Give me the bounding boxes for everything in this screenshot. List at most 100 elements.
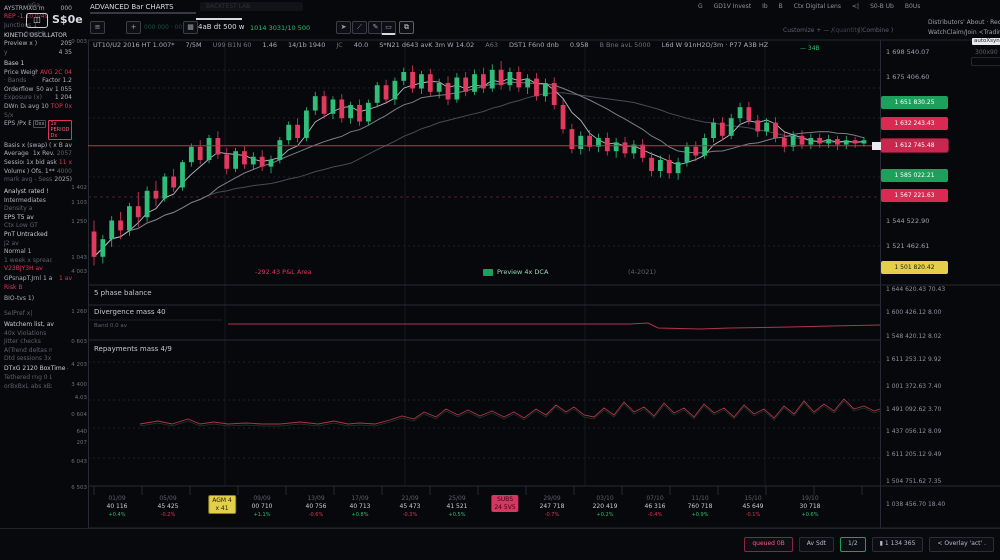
left-axis-label: 1 043: [68, 255, 87, 261]
brand-title[interactable]: S$0e: [52, 13, 83, 26]
preview-chip-icon[interactable]: [483, 269, 493, 276]
lower-axis-label: 1 644 620.43 70.43: [886, 286, 945, 293]
left-axis-label: 1 260: [68, 309, 87, 315]
quote-green: 1014 3031/10 500: [250, 24, 310, 32]
price-label-red[interactable]: 1 567 221.63: [881, 189, 948, 202]
ohlc-segment: B Bne avL 5000: [599, 41, 650, 49]
lower-axis-label: 1 437 056.12 8.09: [886, 428, 941, 435]
price-label-yellow[interactable]: 1 501 820.42: [881, 261, 948, 274]
left-axis-label: 4.03: [68, 395, 87, 401]
lower-axis-label: 1 611 205.12 9.49: [886, 451, 941, 458]
menu-item[interactable]: GD1V Invest: [714, 3, 751, 10]
bottom-buttons: queued 0B Av Sdt 1/2 ▮ 1 134 365 < Overlay '…: [744, 537, 994, 552]
left-axis-label: 640: [68, 429, 87, 435]
lower-axis-label: 1 001 372.63 7.40: [886, 383, 941, 390]
left-axis-label: 1 103: [68, 200, 87, 206]
right-head-row2[interactable]: WatchClaim/Join <Trading>: [928, 29, 1000, 36]
event-badge-yellow[interactable]: AGM 4x 41: [208, 495, 236, 514]
ohlc-segment: L6d W 91nH2O/3m · P77 A3B HZ: [662, 41, 769, 49]
combine-control[interactable]: ( Combine ): [858, 27, 893, 34]
ohlc-segment: 40.0: [354, 41, 368, 49]
bottom-button[interactable]: queued 0B: [744, 537, 792, 552]
price-label-red[interactable]: 1 632 243.43: [881, 117, 948, 130]
left-axis-label: 4 203: [68, 362, 87, 368]
active-tab-underline: [90, 12, 196, 14]
ohlc-segment: DST1 F6n0 dnb: [509, 41, 559, 49]
corner-text: vGa: [28, 2, 40, 9]
menu-item[interactable]: Ib: [762, 3, 768, 10]
cursor-icon[interactable]: ➤: [336, 21, 351, 34]
pane3-title[interactable]: Repayments mass 4/9: [94, 345, 172, 353]
bottom-button[interactable]: 1/2: [840, 537, 866, 552]
left-axis-label: 207: [68, 440, 87, 446]
add-icon[interactable]: +: [126, 21, 141, 34]
ruler-icon[interactable]: ⟋: [352, 21, 367, 34]
quote-dim: 000 000 · 00: [144, 24, 182, 31]
ohlc-segment: 0.958: [570, 41, 589, 49]
menu-icon[interactable]: ≡: [90, 21, 105, 34]
current-price-marker: [872, 142, 881, 150]
time-axis-ticks: [94, 486, 862, 495]
logo-icon[interactable]: ◫: [26, 13, 48, 28]
menu-item[interactable]: S0-B Ub: [870, 3, 894, 10]
range-annotation: (4-2021): [628, 268, 656, 276]
price-label-current[interactable]: 1 612 745.48: [881, 139, 948, 152]
menu-item[interactable]: Ctx Digital Lens: [794, 3, 841, 10]
price-label-plain: 1 544 522.90: [886, 217, 929, 225]
trading-app-window: vGa ADVANCED Bar CHARTS BACKTEST LAB G GD…: [0, 0, 1000, 560]
customize-control[interactable]: Customize + — ∕: [783, 27, 833, 34]
indicator-lines: [140, 323, 880, 426]
right-head-row1[interactable]: Distributors' About · Recover: [928, 19, 1000, 26]
preview-annotation[interactable]: Preview 4x DCA: [497, 268, 548, 276]
monitor-icon[interactable]: ⧉: [399, 21, 414, 34]
frame-icon[interactable]: ▭: [381, 21, 396, 35]
tab-advanced-charts[interactable]: ADVANCED Bar CHARTS: [90, 3, 174, 11]
time-axis-label: SUBS24 5V5: [491, 495, 518, 512]
price-label-plain: 1 521 462.61: [886, 242, 929, 250]
bottom-button[interactable]: Av Sdt: [799, 537, 834, 552]
grid-icon[interactable]: ▦: [183, 21, 198, 34]
ohlc-segment: 1.46: [263, 41, 277, 49]
price-label-green[interactable]: 1 585 022.21: [881, 169, 948, 182]
event-badge-pink[interactable]: SUBS24 5V5: [491, 495, 518, 512]
menu-item[interactable]: <|: [852, 3, 859, 10]
time-axis-label: 11/10760 718+0.9%: [688, 495, 713, 519]
ohlc-segment: UT10/U2 2016 HT 1.007*: [93, 41, 175, 49]
time-axis-label: 15/1045 649-0.1%: [743, 495, 764, 519]
pane2-title[interactable]: Divergence mass 40: [94, 308, 166, 316]
ohlc-info-line: UT10/U2 2016 HT 1.007*7/5MU99 B1N 601.46…: [93, 41, 955, 49]
menu-item[interactable]: B0Us: [905, 3, 920, 10]
price-label-green[interactable]: 1 651 830.25: [881, 96, 948, 109]
time-axis-label: 07/1046 316-0.4%: [645, 495, 666, 519]
bottom-toolbar: queued 0B Av Sdt 1/2 ▮ 1 134 365 < Overlay '…: [0, 528, 1000, 560]
mini-input[interactable]: [971, 57, 1000, 66]
mini-legend: — 34B: [800, 45, 820, 52]
left-axis-label: 1 402: [68, 185, 87, 191]
symbol-tab[interactable]: 4aB dt 500 w: [198, 23, 245, 31]
left-axis-label: 0 003: [68, 39, 87, 45]
ohlc-segment: U99 B1N 60: [213, 41, 252, 49]
time-axis-label: 01/0940 116+0.4%: [107, 495, 128, 519]
size-readout: 300x90: [975, 49, 998, 56]
time-axis-label: 05/0945 425-0.2%: [158, 495, 179, 519]
time-axis-label: 21/0945 473-0.3%: [400, 495, 421, 519]
sync-badge[interactable]: autoXsync: [972, 38, 1000, 45]
left-axis-label: 3 400: [68, 382, 87, 388]
lower-axis-label: 1 491 092.62 3.70: [886, 406, 941, 413]
tab-backtest-lab[interactable]: BACKTEST LAB: [200, 2, 303, 11]
moving-average-lines: [94, 78, 864, 257]
gridlines: [88, 40, 880, 486]
lower-axis-label: 1 038 456.70 18.40: [886, 501, 945, 508]
time-axis-label: 03/10220 419+0.2%: [593, 495, 618, 519]
bottom-button[interactable]: ▮ 1 134 365: [872, 537, 924, 552]
pane2-subtitle: Band 0.0 av: [94, 323, 127, 329]
price-chart-svg[interactable]: [0, 0, 1000, 560]
pane1-title[interactable]: 5 phase balance: [94, 289, 152, 297]
menu-item[interactable]: G: [698, 3, 703, 10]
time-axis-label: 17/0940 713+0.8%: [350, 495, 371, 519]
lower-axis-label: 1 600 426.12 8.00: [886, 309, 941, 316]
menu-item[interactable]: B: [779, 3, 783, 10]
time-axis-label: 19/1030 718+0.6%: [800, 495, 821, 519]
top-menu: G GD1V Invest Ib B Ctx Digital Lens <| S0-B Ub…: [698, 3, 920, 10]
bottom-button[interactable]: < Overlay 'act' .: [929, 537, 994, 552]
